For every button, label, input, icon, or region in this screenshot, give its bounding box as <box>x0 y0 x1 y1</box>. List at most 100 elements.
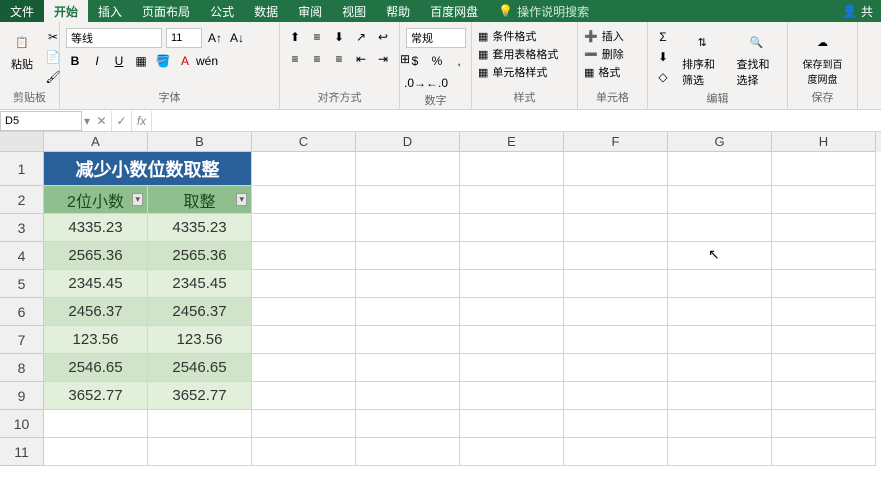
conditional-format-button[interactable]: ▦条件格式 <box>478 28 536 44</box>
fill-color-button[interactable]: 🪣 <box>154 52 172 70</box>
cell-E9[interactable] <box>460 382 564 410</box>
cell-C1[interactable] <box>252 152 356 186</box>
delete-cells-button[interactable]: ➖删除 <box>584 46 624 62</box>
row-header-11[interactable]: 11 <box>0 438 44 466</box>
row-header-8[interactable]: 8 <box>0 354 44 382</box>
cell-F2[interactable] <box>564 186 668 214</box>
cell-D5[interactable] <box>356 270 460 298</box>
tab-home[interactable]: 开始 <box>44 0 88 22</box>
decrease-decimal-button[interactable]: ←.0 <box>428 74 446 92</box>
format-cells-button[interactable]: ▦格式 <box>584 64 620 80</box>
cell-G5[interactable] <box>668 270 772 298</box>
cell-D7[interactable] <box>356 326 460 354</box>
name-box[interactable]: D5 <box>0 111 82 131</box>
cell-A11[interactable] <box>44 438 148 466</box>
col-header-A[interactable]: A <box>44 132 148 152</box>
cell-F3[interactable] <box>564 214 668 242</box>
align-bottom-button[interactable]: ⬇ <box>330 28 348 46</box>
cell-E2[interactable] <box>460 186 564 214</box>
cell-D8[interactable] <box>356 354 460 382</box>
cell-H1[interactable] <box>772 152 876 186</box>
cell-A8[interactable]: 2546.65 <box>44 354 148 382</box>
font-color-button[interactable]: A <box>176 52 194 70</box>
clear-button[interactable]: ◇ <box>654 68 672 86</box>
col-header-E[interactable]: E <box>460 132 564 152</box>
cell-D10[interactable] <box>356 410 460 438</box>
cell-H4[interactable] <box>772 242 876 270</box>
row-header-3[interactable]: 3 <box>0 214 44 242</box>
cell-B7[interactable]: 123.56 <box>148 326 252 354</box>
table-header-1[interactable]: 取整▾ <box>148 186 252 214</box>
cell-F11[interactable] <box>564 438 668 466</box>
cell-C11[interactable] <box>252 438 356 466</box>
cell-H6[interactable] <box>772 298 876 326</box>
cell-D2[interactable] <box>356 186 460 214</box>
cell-B5[interactable]: 2345.45 <box>148 270 252 298</box>
align-top-button[interactable]: ⬆ <box>286 28 304 46</box>
underline-button[interactable]: U <box>110 52 128 70</box>
baidu-save-button[interactable]: ☁ 保存到百度网盘 <box>794 28 851 88</box>
wrap-text-button[interactable]: ↩ <box>374 28 392 46</box>
cell-E8[interactable] <box>460 354 564 382</box>
percent-button[interactable]: % <box>428 52 446 70</box>
cell-C2[interactable] <box>252 186 356 214</box>
tab-data[interactable]: 数据 <box>244 0 288 22</box>
cell-F8[interactable] <box>564 354 668 382</box>
tab-formulas[interactable]: 公式 <box>200 0 244 22</box>
share-button[interactable]: 👤 共 <box>834 3 881 20</box>
cell-F9[interactable] <box>564 382 668 410</box>
cell-H8[interactable] <box>772 354 876 382</box>
cell-A10[interactable] <box>44 410 148 438</box>
cell-H9[interactable] <box>772 382 876 410</box>
cell-H10[interactable] <box>772 410 876 438</box>
decrease-font-button[interactable]: A↓ <box>228 29 246 47</box>
cell-C7[interactable] <box>252 326 356 354</box>
tell-me[interactable]: 💡 操作说明搜索 <box>498 3 589 20</box>
cell-A4[interactable]: 2565.36 <box>44 242 148 270</box>
cell-A6[interactable]: 2456.37 <box>44 298 148 326</box>
cell-C6[interactable] <box>252 298 356 326</box>
fill-button[interactable]: ⬇ <box>654 48 672 66</box>
cell-E4[interactable] <box>460 242 564 270</box>
cell-D11[interactable] <box>356 438 460 466</box>
table-header-0[interactable]: 2位小数▾ <box>44 186 148 214</box>
filter-arrow-icon[interactable]: ▾ <box>236 193 247 206</box>
select-all-corner[interactable] <box>0 132 44 152</box>
tab-review[interactable]: 审阅 <box>288 0 332 22</box>
increase-indent-button[interactable]: ⇥ <box>374 50 392 68</box>
increase-font-button[interactable]: A↑ <box>206 29 224 47</box>
cell-G10[interactable] <box>668 410 772 438</box>
cell-C10[interactable] <box>252 410 356 438</box>
table-format-button[interactable]: ▦套用表格格式 <box>478 46 558 62</box>
cell-D1[interactable] <box>356 152 460 186</box>
cell-H2[interactable] <box>772 186 876 214</box>
col-header-D[interactable]: D <box>356 132 460 152</box>
cell-H5[interactable] <box>772 270 876 298</box>
cell-E11[interactable] <box>460 438 564 466</box>
paste-button[interactable]: 📋 粘贴 <box>6 28 38 74</box>
tab-view[interactable]: 视图 <box>332 0 376 22</box>
cell-H3[interactable] <box>772 214 876 242</box>
cell-A7[interactable]: 123.56 <box>44 326 148 354</box>
cell-E1[interactable] <box>460 152 564 186</box>
italic-button[interactable]: I <box>88 52 106 70</box>
row-header-7[interactable]: 7 <box>0 326 44 354</box>
align-center-button[interactable]: ≡ <box>308 50 326 68</box>
autosum-button[interactable]: Σ <box>654 28 672 46</box>
cell-A5[interactable]: 2345.45 <box>44 270 148 298</box>
cell-F7[interactable] <box>564 326 668 354</box>
filter-arrow-icon[interactable]: ▾ <box>132 193 143 206</box>
cell-styles-button[interactable]: ▦单元格样式 <box>478 64 547 80</box>
col-header-B[interactable]: B <box>148 132 252 152</box>
cell-B8[interactable]: 2546.65 <box>148 354 252 382</box>
cell-E3[interactable] <box>460 214 564 242</box>
number-format-select[interactable]: 常规 <box>406 28 466 48</box>
cell-A9[interactable]: 3652.77 <box>44 382 148 410</box>
insert-cells-button[interactable]: ➕插入 <box>584 28 624 44</box>
row-header-6[interactable]: 6 <box>0 298 44 326</box>
decrease-indent-button[interactable]: ⇤ <box>352 50 370 68</box>
accounting-button[interactable]: $ <box>406 52 424 70</box>
cell-G4[interactable] <box>668 242 772 270</box>
cell-C8[interactable] <box>252 354 356 382</box>
cell-D4[interactable] <box>356 242 460 270</box>
